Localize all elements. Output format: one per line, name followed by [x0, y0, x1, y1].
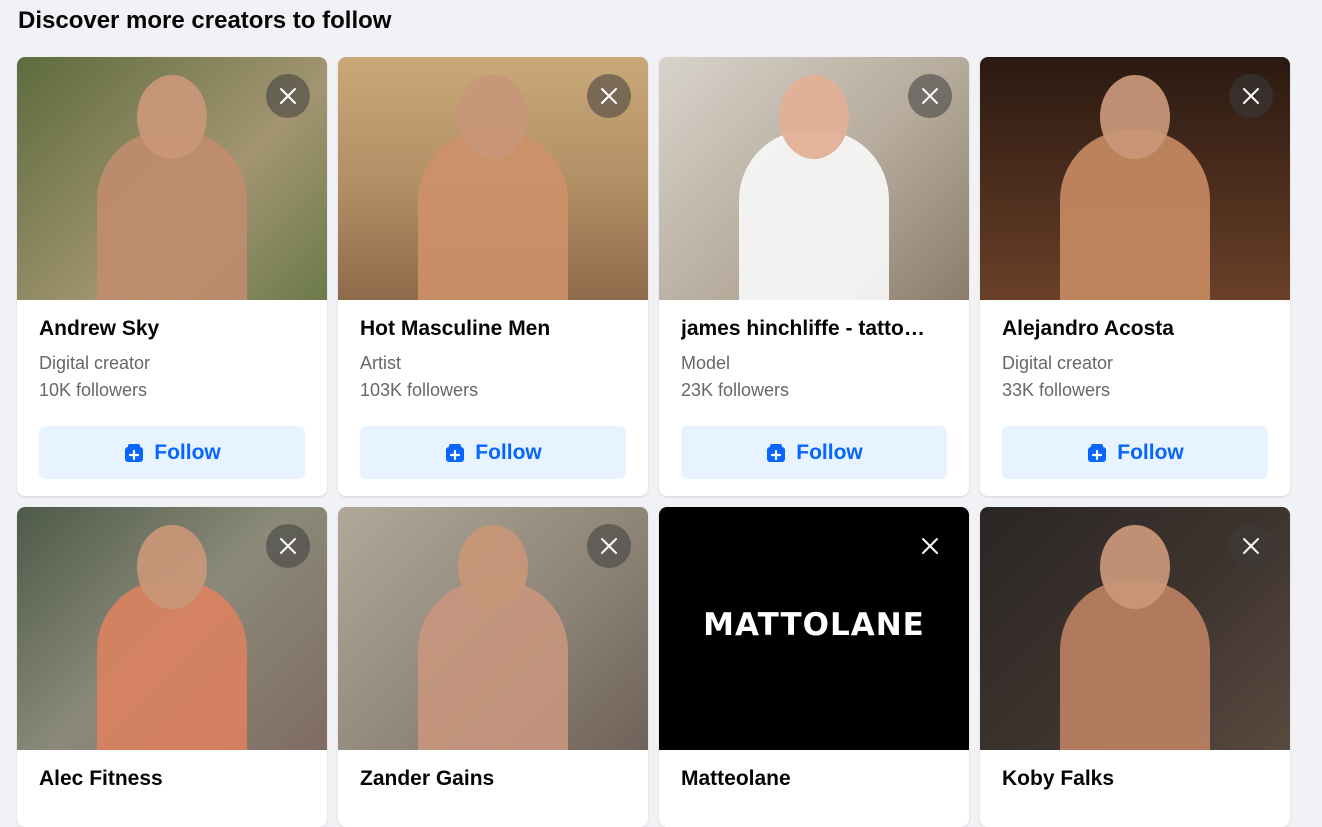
creator-followers: 10K followers	[39, 380, 148, 400]
follow-label: Follow	[154, 440, 221, 464]
close-icon	[280, 538, 296, 554]
creator-category: Digital creator	[1002, 353, 1114, 373]
creator-name[interactable]: Alejandro Acosta	[1002, 316, 1268, 342]
dismiss-button[interactable]	[587, 524, 631, 568]
creator-photo[interactable]	[17, 507, 327, 750]
dismiss-button[interactable]	[908, 524, 952, 568]
photo-head	[137, 525, 207, 609]
creator-card[interactable]: Zander Gains	[338, 507, 648, 827]
close-icon	[280, 88, 296, 104]
creator-card[interactable]: Andrew Sky Digital creator 10K followers…	[17, 57, 327, 496]
add-friend-icon	[767, 443, 786, 462]
creator-photo[interactable]	[980, 507, 1290, 750]
photo-head	[1100, 75, 1170, 159]
creator-name[interactable]: Koby Falks	[1002, 766, 1268, 792]
photo-logo-text: MATTOLANE	[703, 607, 925, 643]
creator-photo[interactable]: MATTOLANE	[659, 507, 969, 750]
creator-name[interactable]: Andrew Sky	[39, 316, 305, 342]
creator-category: Artist	[360, 353, 402, 373]
creator-name[interactable]: Matteolane	[681, 766, 947, 792]
creator-name[interactable]: Hot Masculine Men	[360, 316, 626, 342]
follow-button[interactable]: Follow	[681, 426, 947, 479]
dismiss-button[interactable]	[266, 524, 310, 568]
add-friend-icon	[446, 443, 465, 462]
close-icon	[1243, 538, 1259, 554]
photo-head	[1100, 525, 1170, 609]
creator-name[interactable]: james hinchliffe - tatto…	[681, 316, 947, 342]
creator-photo[interactable]	[659, 57, 969, 300]
photo-head	[779, 75, 849, 159]
creator-card[interactable]: Alec Fitness	[17, 507, 327, 827]
creator-photo[interactable]	[17, 57, 327, 300]
creator-card[interactable]: Hot Masculine Men Artist 103K followers …	[338, 57, 648, 496]
follow-label: Follow	[1117, 440, 1184, 464]
creator-name[interactable]: Zander Gains	[360, 766, 626, 792]
creator-category: Digital creator	[39, 353, 151, 373]
dismiss-button[interactable]	[1229, 74, 1273, 118]
creator-photo[interactable]	[980, 57, 1290, 300]
follow-label: Follow	[475, 440, 542, 464]
photo-head	[458, 75, 528, 159]
creator-grid: Andrew Sky Digital creator 10K followers…	[17, 57, 1290, 827]
creator-card[interactable]: MATTOLANE Matteolane	[659, 507, 969, 827]
creator-followers: 23K followers	[681, 380, 790, 400]
photo-head	[458, 525, 528, 609]
creator-followers: 103K followers	[360, 380, 479, 400]
close-icon	[1243, 88, 1259, 104]
follow-button[interactable]: Follow	[39, 426, 305, 479]
follow-button[interactable]: Follow	[1002, 426, 1268, 479]
add-friend-icon	[125, 443, 144, 462]
creator-card[interactable]: Alejandro Acosta Digital creator 33K fol…	[980, 57, 1290, 496]
close-icon	[601, 538, 617, 554]
dismiss-button[interactable]	[1229, 524, 1273, 568]
creator-photo[interactable]	[338, 507, 648, 750]
photo-head	[137, 75, 207, 159]
creator-name[interactable]: Alec Fitness	[39, 766, 305, 792]
follow-label: Follow	[796, 440, 863, 464]
close-icon	[922, 538, 938, 554]
section-title: Discover more creators to follow	[18, 7, 392, 34]
close-icon	[601, 88, 617, 104]
dismiss-button[interactable]	[266, 74, 310, 118]
creator-category: Model	[681, 353, 731, 373]
creator-card[interactable]: james hinchliffe - tatto… Model 23K foll…	[659, 57, 969, 496]
creator-followers: 33K followers	[1002, 380, 1111, 400]
dismiss-button[interactable]	[908, 74, 952, 118]
add-friend-icon	[1088, 443, 1107, 462]
dismiss-button[interactable]	[587, 74, 631, 118]
follow-button[interactable]: Follow	[360, 426, 626, 479]
creator-card[interactable]: Koby Falks	[980, 507, 1290, 827]
close-icon	[922, 88, 938, 104]
creator-photo[interactable]	[338, 57, 648, 300]
